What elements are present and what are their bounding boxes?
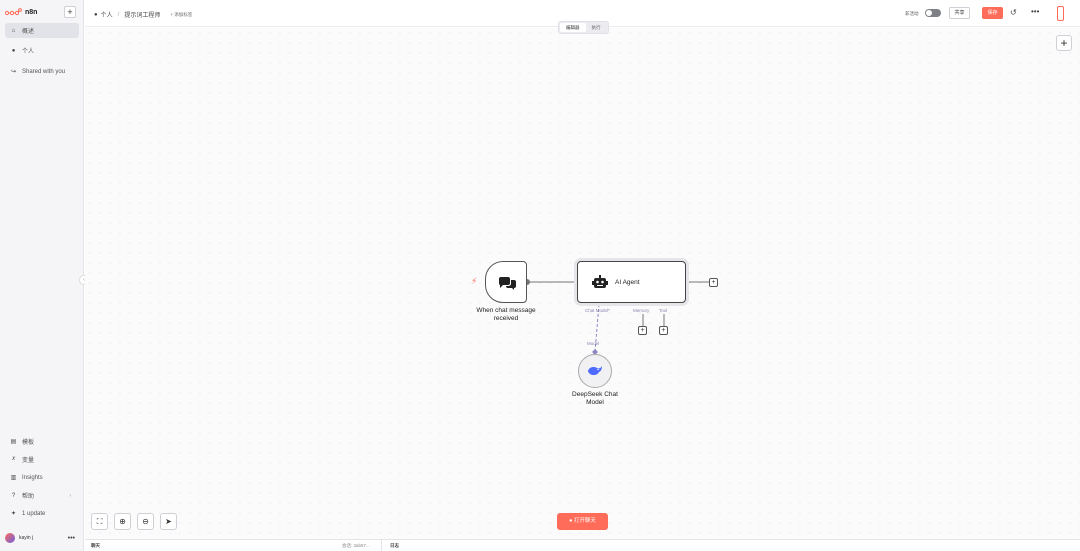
port-memory-label: Memory (633, 308, 650, 313)
lightning-icon: ⚡ (471, 276, 478, 286)
sidebar-item-label: Shared with you (22, 68, 66, 75)
session-id: 会话: 3ab57... (342, 543, 370, 548)
share-icon: ↪ (10, 69, 17, 75)
fit-view-button[interactable]: ⛶ (91, 513, 108, 530)
variable-icon: 𝑥 (11, 456, 16, 462)
add-node-button[interactable]: + (1056, 35, 1072, 51)
add-output-node-button[interactable]: + (709, 278, 718, 287)
sidebar-item-templates[interactable]: ▤ 模板 (5, 434, 79, 449)
chevron-right-icon: › (69, 492, 71, 499)
chat-trigger-node[interactable] (485, 261, 527, 303)
chat-icon: ● (569, 518, 573, 524)
breadcrumb-separator: / (117, 11, 120, 18)
port-model-label: Model (587, 341, 600, 346)
user-name: kayin j (19, 535, 34, 541)
zoom-in-button[interactable]: ⊕ (114, 513, 131, 530)
user-icon: ● (94, 11, 98, 18)
chart-icon: ▥ (10, 475, 17, 481)
trigger-label-line2: received (493, 315, 519, 322)
sidebar-item-label: 个人 (22, 49, 35, 55)
deepseek-whale-icon (588, 366, 602, 376)
template-icon: ▤ (10, 439, 17, 445)
sidebar: n8n + ⌂ 概述 ● 个人 ↪ Shared with you ▤ 模板 𝑥… (0, 0, 84, 551)
deepseek-node-label: DeepSeek Chat Model (555, 391, 635, 407)
cursor-icon: ➤ (165, 517, 172, 526)
sidebar-item-label: 变量 (22, 458, 35, 464)
sidebar-item-personal[interactable]: ● 个人 (5, 43, 79, 58)
gift-icon: ✦ (10, 511, 17, 517)
sidebar-item-variables[interactable]: 𝑥 变量 (5, 452, 79, 467)
ai-agent-label: AI Agent (615, 279, 640, 286)
user-menu[interactable]: kayin j ••• (5, 532, 79, 544)
footer-divider (381, 540, 382, 551)
active-toggle[interactable] (925, 9, 941, 17)
tidy-up-button[interactable]: ➤ (160, 513, 177, 530)
more-options-button[interactable]: ••• (1031, 7, 1039, 16)
chat-panel-tab[interactable]: 聊天 (91, 543, 100, 549)
active-status-label: 非活动 (905, 11, 919, 16)
breadcrumb: ● 个人 / 提示词工程师 + 添加标签 (94, 10, 192, 20)
home-icon: ⌂ (11, 27, 16, 34)
share-button[interactable]: 共享 (949, 7, 970, 19)
breadcrumb-project[interactable]: 个人 (101, 10, 113, 19)
open-chat-label: 打开聊天 (573, 518, 596, 524)
view-tabs: 编辑器 执行 (558, 21, 609, 34)
logo[interactable]: n8n + (5, 6, 81, 18)
sidebar-item-label: 概述 (22, 29, 35, 35)
sidebar-item-label: 1 update (22, 510, 46, 517)
logs-panel-tab[interactable]: 日志 (390, 543, 399, 549)
help-icon: ? (11, 492, 16, 499)
sidebar-item-insights[interactable]: ▥ Insights (5, 470, 79, 485)
deepseek-label-line1: DeepSeek Chat (572, 391, 618, 398)
open-chat-button[interactable]: ● 打开聊天 (557, 513, 608, 530)
trigger-label-line1: When chat message (476, 307, 536, 314)
workflow-name[interactable]: 提示词工程师 (124, 10, 160, 19)
sidebar-item-label: 帮助 (22, 494, 35, 500)
zoom-in-icon: ⊕ (119, 517, 126, 526)
add-tag-button[interactable]: + 添加标签 (170, 12, 192, 18)
sidebar-item-shared[interactable]: ↪ Shared with you (5, 64, 79, 79)
deepseek-label-line2: Model (586, 399, 604, 406)
zoom-out-icon: ⊖ (142, 517, 149, 526)
deepseek-model-node[interactable] (578, 354, 612, 388)
port-tool-label: Tool (659, 308, 668, 313)
save-button[interactable]: 保存 (982, 7, 1003, 19)
add-memory-button[interactable]: + (638, 326, 647, 335)
user-icon: ● (11, 47, 16, 54)
tab-editor[interactable]: 编辑器 (560, 23, 586, 32)
history-icon[interactable]: ↺ (1010, 8, 1017, 17)
trigger-node-label: When chat message received (466, 307, 546, 323)
sidebar-item-label: 模板 (22, 440, 35, 446)
github-badge[interactable] (1057, 6, 1064, 21)
sidebar-item-update[interactable]: ✦ 1 update (5, 506, 79, 521)
create-button[interactable]: + (64, 6, 76, 18)
zoom-out-button[interactable]: ⊖ (137, 513, 154, 530)
fit-view-icon: ⛶ (96, 517, 103, 526)
robot-icon (592, 275, 608, 288)
n8n-logo-icon (5, 8, 22, 16)
footer-panel: 聊天 会话: 3ab57... 日志 (85, 539, 1080, 551)
sidebar-item-help[interactable]: ? 帮助 › (5, 488, 79, 503)
logo-text: n8n (25, 8, 38, 16)
chat-bubbles-icon (498, 277, 516, 290)
tab-executions[interactable]: 执行 (586, 23, 607, 32)
user-more-button[interactable]: ••• (68, 535, 75, 542)
port-chat-model-label: Chat Model* (585, 308, 610, 313)
sidebar-item-label: Insights (22, 474, 43, 481)
avatar (5, 533, 15, 543)
sidebar-item-overview[interactable]: ⌂ 概述 (5, 23, 79, 38)
add-tool-button[interactable]: + (659, 326, 668, 335)
